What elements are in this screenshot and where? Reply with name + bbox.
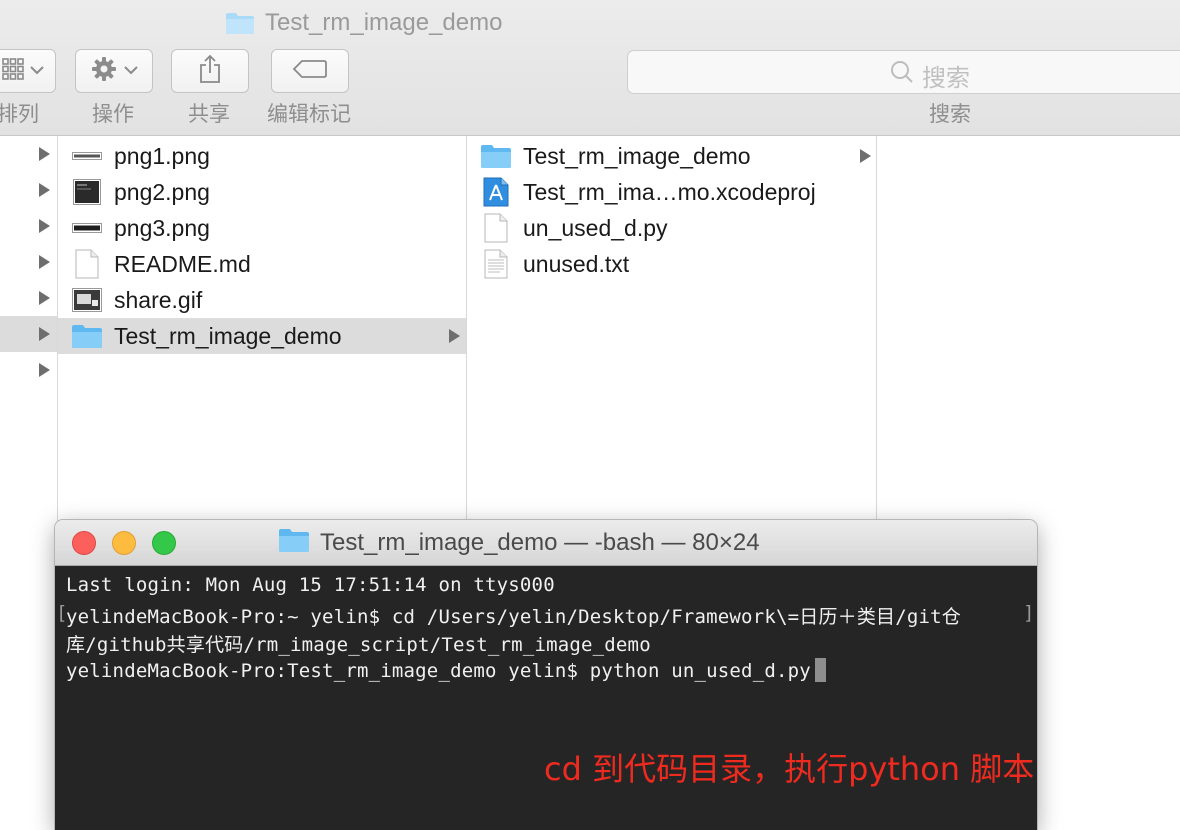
finder-toolbar: Test_rm_image_demo 排列 操作 共享 编辑标记 搜索 搜索 <box>0 0 1180 136</box>
file-name: Test_rm_image_demo <box>523 142 751 169</box>
list-item[interactable] <box>0 280 57 316</box>
image-thumb-icon <box>71 285 103 315</box>
list-item[interactable]: Test_rm_image_demo <box>467 138 876 174</box>
arrange-button[interactable] <box>0 49 56 93</box>
file-name: Test_rm_ima…mo.xcodeproj <box>523 178 816 205</box>
list-item[interactable]: un_used_d.py <box>467 210 876 246</box>
chevron-down-icon <box>124 62 138 80</box>
document-icon <box>480 213 512 243</box>
xcodeproj-icon <box>480 177 512 207</box>
list-item[interactable] <box>0 172 57 208</box>
list-item[interactable]: unused.txt <box>467 246 876 282</box>
disclosure-triangle-icon <box>39 363 50 377</box>
edit-tags-button[interactable] <box>271 49 349 93</box>
search-icon <box>890 60 914 91</box>
share-button[interactable] <box>171 49 249 93</box>
action-label: 操作 <box>92 103 134 126</box>
list-item[interactable]: png2.png <box>58 174 466 210</box>
search-placeholder: 搜索 <box>922 65 970 92</box>
image-thumb-icon <box>71 213 103 243</box>
minimize-button[interactable] <box>112 531 136 555</box>
grid-view-icon <box>2 57 24 85</box>
search-placeholder-group: 搜索 <box>890 58 970 93</box>
terminal-line: 库/github共享代码/rm_image_script/Test_rm_ima… <box>66 634 651 656</box>
disclosure-triangle-icon <box>860 149 871 163</box>
document-icon <box>71 249 103 279</box>
file-name: Test_rm_image_demo <box>114 322 342 349</box>
disclosure-triangle-icon <box>39 183 50 197</box>
file-name: png3.png <box>114 214 210 241</box>
share-icon <box>198 54 222 89</box>
terminal-title: Test_rm_image_demo — -bash — 80×24 <box>278 527 760 559</box>
terminal-window[interactable]: Test_rm_image_demo — -bash — 80×24 Last … <box>55 520 1037 830</box>
disclosure-triangle-icon <box>39 147 50 161</box>
edit-tags-label: 编辑标记 <box>267 103 351 126</box>
terminal-title-text: Test_rm_image_demo — -bash — 80×24 <box>320 529 760 556</box>
close-button[interactable] <box>72 531 96 555</box>
chevron-down-icon <box>30 62 44 80</box>
list-item[interactable] <box>0 352 57 388</box>
terminal-titlebar[interactable]: Test_rm_image_demo — -bash — 80×24 <box>55 520 1037 566</box>
file-name: unused.txt <box>523 250 630 277</box>
list-item[interactable]: Test_rm_ima…mo.xcodeproj <box>467 174 876 210</box>
window-title-text: Test_rm_image_demo <box>265 9 503 36</box>
list-item[interactable] <box>0 136 57 172</box>
disclosure-triangle-icon <box>39 255 50 269</box>
share-label: 共享 <box>188 103 230 126</box>
list-item[interactable] <box>0 244 57 280</box>
terminal-output[interactable]: Last login: Mon Aug 15 17:51:14 on ttys0… <box>55 566 1037 830</box>
finder-title: Test_rm_image_demo <box>225 8 502 38</box>
disclosure-triangle-icon <box>39 291 50 305</box>
terminal-prompt-line: yelindeMacBook-Pro:Test_rm_image_demo ye… <box>66 658 826 682</box>
file-name: README.md <box>114 250 251 277</box>
image-thumb-icon <box>71 141 103 171</box>
disclosure-triangle-icon <box>39 219 50 233</box>
folder-icon <box>278 527 310 560</box>
finder-column-parent <box>0 136 58 818</box>
mark-bracket-right: ] <box>1023 602 1035 624</box>
terminal-command: yelindeMacBook-Pro:Test_rm_image_demo ye… <box>66 660 811 682</box>
folder-icon <box>71 321 103 351</box>
gear-icon <box>90 55 118 88</box>
zoom-button[interactable] <box>152 531 176 555</box>
text-cursor <box>814 658 826 682</box>
file-name: png1.png <box>114 142 210 169</box>
disclosure-triangle-icon <box>449 329 460 343</box>
tag-icon <box>292 59 328 84</box>
list-item[interactable] <box>0 316 57 352</box>
list-item-selected[interactable]: Test_rm_image_demo <box>58 318 466 354</box>
text-document-icon <box>480 249 512 279</box>
folder-icon <box>480 141 512 171</box>
list-item[interactable]: README.md <box>58 246 466 282</box>
list-item[interactable]: png1.png <box>58 138 466 174</box>
disclosure-triangle-icon <box>39 327 50 341</box>
image-thumb-icon <box>71 177 103 207</box>
list-item[interactable]: png3.png <box>58 210 466 246</box>
list-item[interactable] <box>0 208 57 244</box>
action-button[interactable] <box>75 49 153 93</box>
file-name: png2.png <box>114 178 210 205</box>
search-input[interactable]: 搜索 <box>627 50 1180 94</box>
annotation-text: cd 到代码目录，执行python 脚本 <box>544 750 1035 788</box>
file-name: share.gif <box>114 286 203 313</box>
terminal-line: yelindeMacBook-Pro:~ yelin$ cd /Users/ye… <box>66 606 962 628</box>
search-label: 搜索 <box>929 103 971 126</box>
file-name: un_used_d.py <box>523 214 668 241</box>
folder-icon <box>225 11 255 35</box>
arrange-label: 排列 <box>0 103 39 126</box>
terminal-line: Last login: Mon Aug 15 17:51:14 on ttys0… <box>66 574 555 596</box>
list-item[interactable]: share.gif <box>58 282 466 318</box>
